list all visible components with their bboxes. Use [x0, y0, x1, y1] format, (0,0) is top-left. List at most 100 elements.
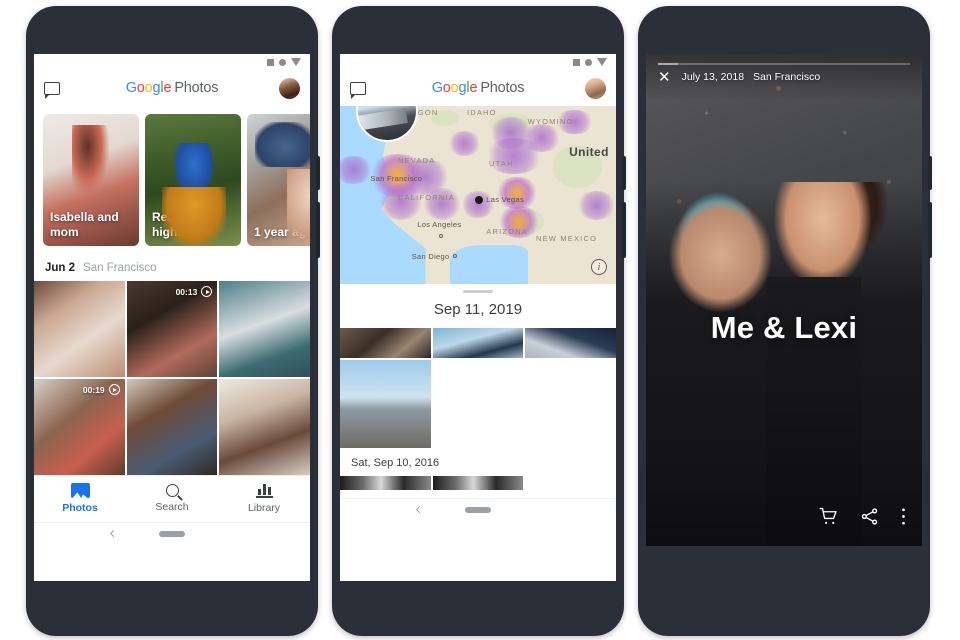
video-thumbnail[interactable]: 00:19	[34, 379, 125, 475]
photo-thumbnail[interactable]	[525, 328, 616, 358]
photo-thumbnail[interactable]	[432, 476, 524, 490]
photo-strip-row	[340, 476, 616, 490]
logo-word-photos: Photos	[174, 80, 219, 96]
photo-thumbnail[interactable]	[219, 379, 310, 475]
memory-card-label: 1 year ago	[254, 224, 310, 239]
phone-right-screen: ✕ July 13, 2018 San Francisco Me & Lexi	[646, 54, 922, 546]
back-icon[interactable]	[110, 529, 118, 538]
home-pill[interactable]	[465, 506, 491, 513]
map-region-label: NEVADA	[397, 155, 436, 165]
map-city-label: San Diego	[411, 251, 450, 261]
map-info-button[interactable]: i	[591, 259, 607, 275]
phone-middle-screen: Google Photos OREGON IDAHO WYOMING NEVAD…	[340, 54, 616, 581]
logo-letter-l: l	[466, 80, 470, 96]
photo-thumbnail[interactable]	[126, 379, 218, 475]
search-icon	[165, 484, 179, 497]
memory-story-viewer[interactable]: ✕ July 13, 2018 San Francisco Me & Lexi	[646, 54, 922, 546]
library-icon	[255, 483, 273, 498]
photo-thumbnail[interactable]	[219, 281, 310, 377]
grid-empty-cell	[525, 360, 616, 448]
map-region-label: CALIFORNIA	[397, 193, 455, 203]
map-city-label: San Francisco	[370, 173, 423, 183]
logo-letter-g2: g	[152, 80, 161, 96]
story-date: July 13, 2018	[681, 71, 745, 83]
play-icon	[108, 384, 120, 395]
avatar[interactable]	[279, 77, 300, 99]
memory-card[interactable]: Isabella and mom	[43, 114, 139, 246]
phone-left-screen: Google Photos Isabella and mom Recent hig…	[34, 54, 310, 581]
system-navigation-bar-middle	[340, 498, 616, 520]
photo-thumbnail[interactable]	[340, 328, 431, 358]
nav-item-library[interactable]: Library	[218, 483, 310, 514]
google-photos-logo: Google Photos	[34, 80, 310, 96]
map-gulf	[450, 244, 528, 284]
memory-card-label: Recent highlights	[152, 210, 210, 239]
map-city-label: Los Angeles	[417, 219, 462, 229]
phone-right: ✕ July 13, 2018 San Francisco Me & Lexi	[638, 6, 932, 636]
video-duration-badge: 00:19	[83, 384, 120, 395]
triangle-icon	[597, 58, 607, 66]
circle-icon	[585, 58, 592, 66]
nav-label: Library	[247, 502, 281, 514]
phone-right-volume-button	[928, 202, 932, 258]
google-photos-logo: Google Photos	[340, 80, 616, 96]
phone-left-volume-button	[316, 202, 320, 258]
story-top-bar: ✕ July 13, 2018 San Francisco	[646, 54, 922, 100]
share-icon[interactable]	[860, 507, 879, 526]
memories-carousel[interactable]: Isabella and mom Recent highlights 1 yea…	[34, 106, 310, 254]
close-icon[interactable]: ✕	[658, 70, 671, 85]
nav-label: Search	[155, 501, 189, 513]
phone-right-side-button	[928, 156, 932, 190]
phone-middle-side-button	[622, 156, 626, 190]
home-pill[interactable]	[159, 530, 185, 537]
logo-letter-o2: o	[144, 80, 153, 96]
video-thumbnail[interactable]: 00:13	[126, 281, 218, 377]
places-map[interactable]: OREGON IDAHO WYOMING NEVADA UTAH CALIFOR…	[340, 106, 616, 284]
section-place: San Francisco	[83, 262, 157, 274]
photo-thumbnail[interactable]	[340, 360, 431, 448]
photo-grid-middle	[340, 328, 616, 358]
map-region-label: WYOMING	[527, 116, 574, 126]
chat-bubble-icon[interactable]	[44, 81, 60, 99]
chat-bubble-icon[interactable]	[350, 81, 366, 99]
shopping-cart-icon[interactable]	[819, 507, 838, 526]
photo-thumbnail[interactable]	[340, 476, 431, 490]
photo-thumbnail[interactable]	[34, 281, 125, 377]
map-heat-blob	[577, 191, 616, 220]
photos-date-subheader: Sat, Sep 10, 2016	[340, 448, 616, 476]
logo-letter-o1: o	[136, 80, 145, 96]
map-region-label: IDAHO	[466, 107, 497, 117]
video-duration-text: 00:19	[82, 384, 105, 395]
map-city-dot	[439, 234, 444, 239]
square-icon	[267, 58, 274, 66]
logo-letter-l: l	[160, 80, 164, 96]
logo-letter-o2: o	[450, 80, 459, 96]
play-icon	[201, 286, 213, 297]
story-place: San Francisco	[753, 71, 821, 83]
map-region-label: ARIZONA	[486, 227, 529, 237]
nav-label: Photos	[62, 502, 98, 514]
story-metadata: July 13, 2018 San Francisco	[682, 71, 821, 83]
avatar[interactable]	[585, 77, 606, 99]
more-vertical-icon[interactable]	[901, 507, 906, 526]
memory-card[interactable]: Recent highlights	[145, 114, 241, 246]
logo-letter-o1: o	[442, 80, 451, 96]
nav-item-photos[interactable]: Photos	[34, 483, 126, 514]
status-bar-middle	[340, 54, 616, 70]
phone-middle: Google Photos OREGON IDAHO WYOMING NEVAD…	[332, 6, 626, 636]
triangle-icon	[291, 58, 301, 66]
nav-item-search[interactable]: Search	[126, 483, 218, 514]
bottom-sheet: Sep 11, 2019	[340, 290, 616, 328]
back-icon[interactable]	[416, 505, 424, 514]
photo-thumbnail[interactable]	[432, 328, 524, 358]
logo-letter-e: e	[163, 80, 172, 96]
map-region-label: UTAH	[489, 159, 514, 169]
map-city-label: Las Vegas	[486, 195, 524, 204]
photo-grid: 00:13 00:19	[34, 281, 310, 475]
map-heat-blob	[494, 177, 539, 210]
section-header: Jun 2 San Francisco	[34, 254, 310, 281]
map-country-label: United	[569, 145, 609, 160]
memory-card-label: Isabella and mom	[50, 210, 119, 239]
video-duration-text: 00:13	[175, 286, 198, 297]
memory-card[interactable]: 1 year ago	[247, 114, 310, 246]
